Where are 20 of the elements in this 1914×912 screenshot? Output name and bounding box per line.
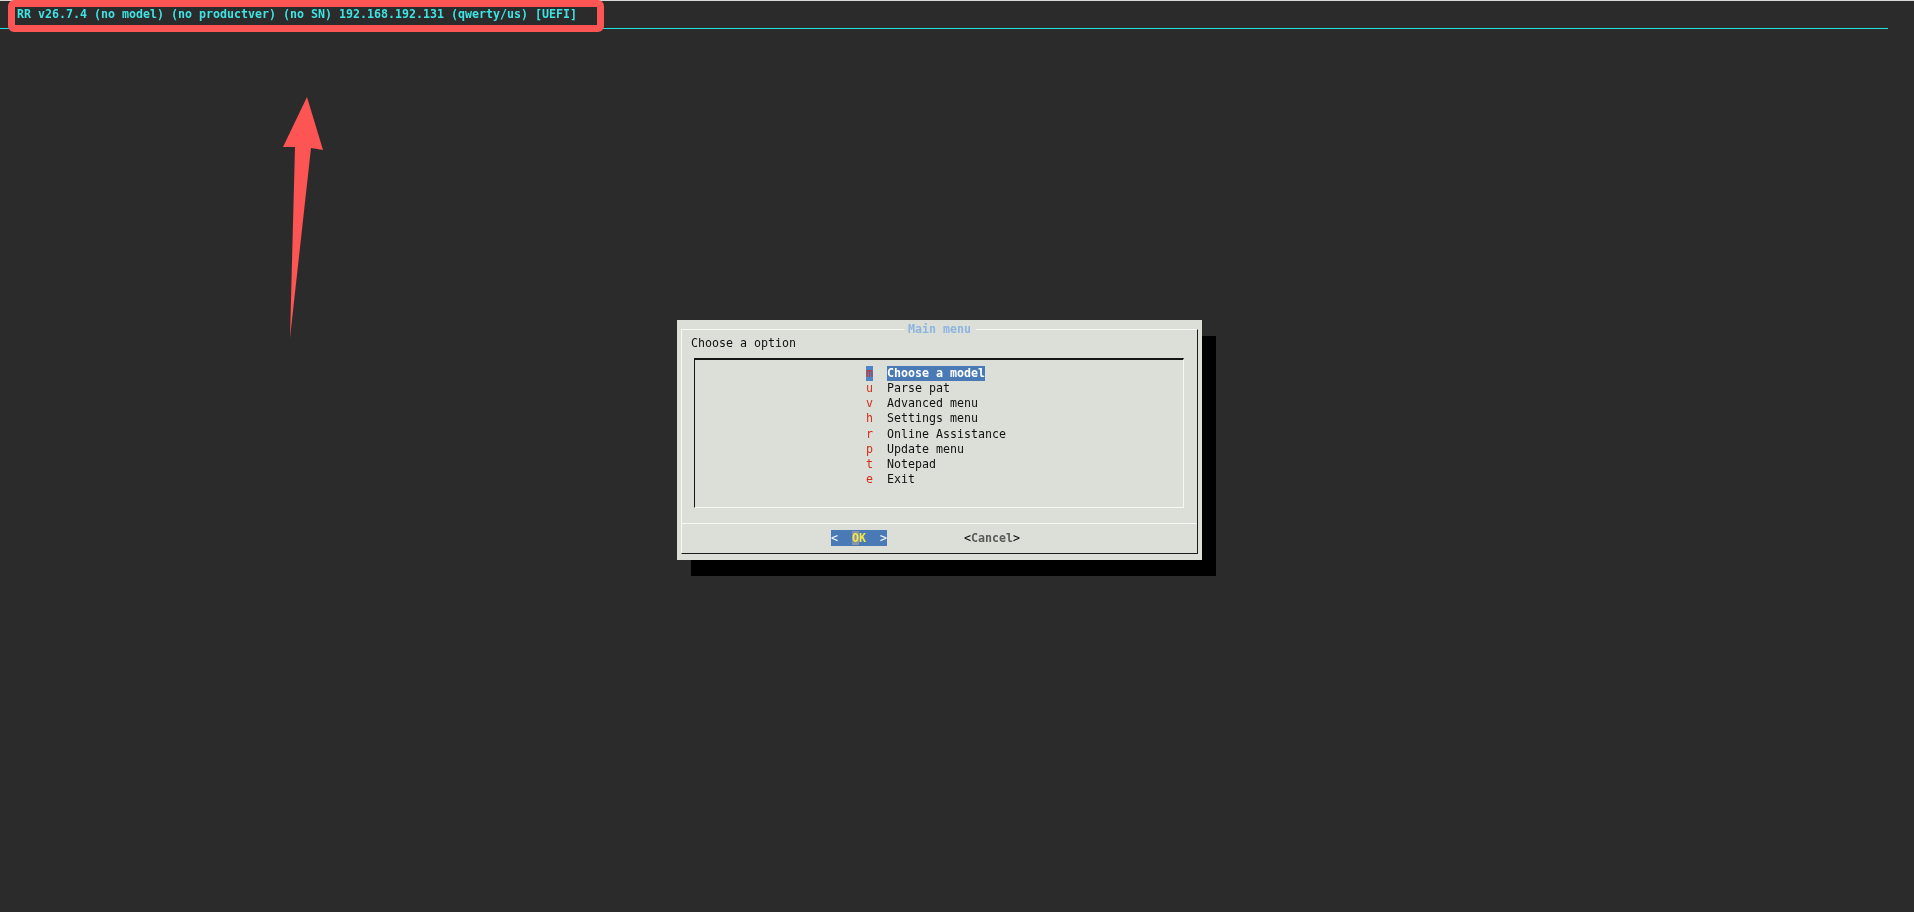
menu-item[interactable]: Advanced menu — [887, 396, 978, 412]
backtitle-text: RR v26.7.4 (no model) (no productver) (no SN) 192.168.192.131 (qwerty/us) [UEFI] — [17, 7, 577, 22]
menu-item[interactable]: Parse pat — [887, 381, 950, 397]
hotkey-letter: e — [866, 472, 873, 488]
menu-item[interactable]: Update menu — [887, 441, 964, 457]
hotkey-letter: v — [866, 396, 873, 412]
prompt-text: Choose a option — [691, 336, 796, 351]
dialog-button[interactable]: <Cancel> — [964, 530, 1020, 546]
menu-item[interactable]: Exit — [887, 472, 915, 488]
menu-item[interactable]: Notepad — [887, 456, 936, 472]
hotkey-letter: h — [866, 411, 873, 427]
dialog-button[interactable]: < OK > — [831, 530, 887, 546]
hotkey-letter: r — [866, 426, 873, 442]
hotkey-letter: u — [866, 381, 873, 397]
hotkey-letter: t — [866, 456, 873, 472]
menu-item[interactable]: Choose a model — [887, 366, 985, 382]
hotkey-letter: p — [866, 441, 873, 457]
menu-item[interactable]: Settings menu — [887, 411, 978, 427]
hotkey-letter: m — [866, 366, 873, 382]
menu-item[interactable]: Online Assistance — [887, 426, 1006, 442]
